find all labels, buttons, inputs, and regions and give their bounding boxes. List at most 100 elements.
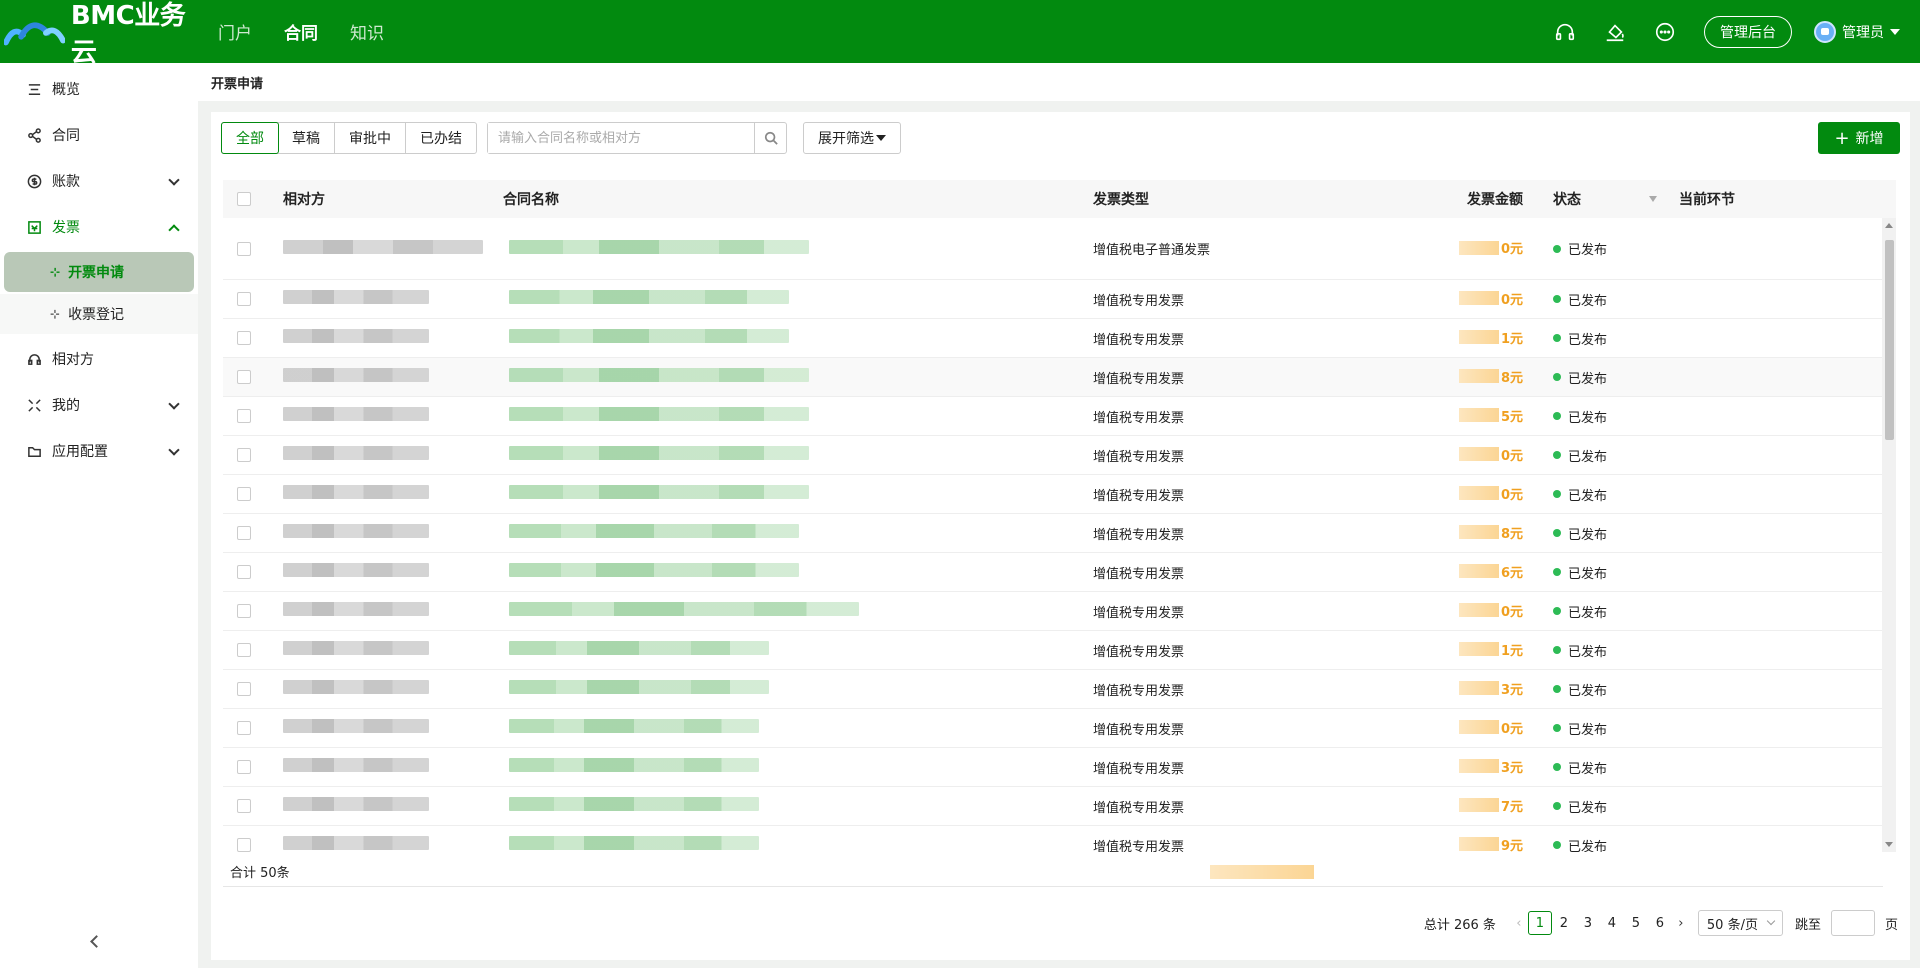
row-checkbox[interactable] xyxy=(237,721,251,735)
row-checkbox[interactable] xyxy=(237,409,251,423)
scroll-up-icon[interactable] xyxy=(1885,223,1893,228)
row-checkbox[interactable] xyxy=(237,370,251,384)
redacted-amount xyxy=(1458,798,1499,813)
search-input[interactable] xyxy=(488,123,754,153)
admin-console-button[interactable]: 管理后台 xyxy=(1704,15,1792,48)
redacted-contract-name[interactable] xyxy=(509,485,809,499)
redacted-contract-name[interactable] xyxy=(509,836,759,850)
jump-page-input[interactable] xyxy=(1830,910,1875,936)
add-button[interactable]: + 新增 xyxy=(1818,122,1900,154)
page-6[interactable]: 6 xyxy=(1648,911,1672,935)
redacted-contract-name[interactable] xyxy=(509,407,809,421)
sidebar-subitem-label: 收票登记 xyxy=(68,307,125,323)
sidebar-item-overview[interactable]: 概览 xyxy=(0,66,198,112)
table-row[interactable]: 增值税专用发票 1元 已发布 xyxy=(223,319,1896,358)
table-row[interactable]: 增值税专用发票 3元 已发布 xyxy=(223,670,1896,709)
table-row[interactable]: 增值税专用发票 9元 已发布 xyxy=(223,826,1896,852)
collapse-sidebar-icon[interactable] xyxy=(90,935,103,948)
tab-draft[interactable]: 草稿 xyxy=(278,123,335,153)
redacted-contract-name[interactable] xyxy=(509,446,809,460)
status-badge: 已发布 xyxy=(1568,371,1608,387)
table-row[interactable]: 增值税专用发票 0元 已发布 xyxy=(223,709,1896,748)
tab-in-approval[interactable]: 审批中 xyxy=(335,123,406,153)
sidebar-item-contract[interactable]: 合同 xyxy=(0,112,198,158)
table-row[interactable]: 增值税专用发票 3元 已发布 xyxy=(223,748,1896,787)
sidebar-item-invoice[interactable]: 发票 xyxy=(0,204,198,250)
row-checkbox[interactable] xyxy=(237,565,251,579)
filter-funnel-icon[interactable] xyxy=(1649,196,1657,202)
tab-completed[interactable]: 已办结 xyxy=(406,123,476,153)
redacted-contract-name[interactable] xyxy=(509,329,789,343)
scroll-down-icon[interactable] xyxy=(1885,842,1893,847)
table-row[interactable]: 增值税专用发票 0元 已发布 xyxy=(223,280,1896,319)
logo[interactable]: BMC业务云 xyxy=(4,0,204,69)
row-checkbox[interactable] xyxy=(237,526,251,540)
top-nav-contract[interactable]: 合同 xyxy=(284,19,318,44)
scroll-thumb[interactable] xyxy=(1885,240,1894,440)
row-checkbox[interactable] xyxy=(237,448,251,462)
counterparty-cell xyxy=(283,239,503,258)
table-row[interactable]: 增值税专用发票 0元 已发布 xyxy=(223,592,1896,631)
invoice-type-cell: 增值税专用发票 xyxy=(1093,722,1185,738)
sidebar-subitem-invoice-request[interactable]: ⊹ 开票申请 xyxy=(4,252,194,292)
sidebar-item-payments[interactable]: 账款 xyxy=(0,158,198,204)
redacted-contract-name[interactable] xyxy=(509,680,769,694)
redacted-contract-name[interactable] xyxy=(509,368,809,382)
row-checkbox[interactable] xyxy=(237,604,251,618)
row-checkbox[interactable] xyxy=(237,241,251,256)
redacted-contract-name[interactable] xyxy=(509,524,799,538)
table-row[interactable]: 增值税专用发票 1元 已发布 xyxy=(223,631,1896,670)
table-row[interactable]: 增值税专用发票 6元 已发布 xyxy=(223,553,1896,592)
row-checkbox[interactable] xyxy=(237,292,251,306)
redacted-contract-name[interactable] xyxy=(509,641,769,655)
prev-page-icon[interactable]: ‹ xyxy=(1510,916,1528,931)
column-header-invoice-amount: 发票金额 xyxy=(1467,192,1523,208)
redacted-contract-name[interactable] xyxy=(509,602,859,616)
headset-icon[interactable] xyxy=(1552,19,1578,45)
page-size-select[interactable]: 50 条/页 xyxy=(1697,910,1783,936)
page-5[interactable]: 5 xyxy=(1624,911,1648,935)
row-checkbox[interactable] xyxy=(237,799,251,813)
table-row[interactable]: 增值税专用发票 0元 已发布 xyxy=(223,475,1896,514)
page-2[interactable]: 2 xyxy=(1552,911,1576,935)
row-checkbox[interactable] xyxy=(237,643,251,657)
paint-bucket-icon[interactable] xyxy=(1602,19,1628,45)
redacted-contract-name[interactable] xyxy=(509,719,759,733)
search-button[interactable] xyxy=(754,123,786,153)
chat-icon[interactable] xyxy=(1652,19,1678,45)
row-checkbox[interactable] xyxy=(237,838,251,852)
row-checkbox[interactable] xyxy=(237,487,251,501)
redacted-contract-name[interactable] xyxy=(509,797,759,811)
redacted-contract-name[interactable] xyxy=(509,758,759,772)
row-checkbox[interactable] xyxy=(237,331,251,345)
sidebar-item-counterparty[interactable]: 相对方 xyxy=(0,336,198,382)
page-1[interactable]: 1 xyxy=(1527,911,1552,935)
redacted-contract-name[interactable] xyxy=(509,563,799,577)
expand-filter-button[interactable]: 展开筛选 xyxy=(803,122,901,154)
page-4[interactable]: 4 xyxy=(1600,911,1624,935)
table-row[interactable]: 增值税专用发票 0元 已发布 xyxy=(223,436,1896,475)
status-badge: 已发布 xyxy=(1568,488,1608,504)
table-row[interactable]: 增值税专用发票 7元 已发布 xyxy=(223,787,1896,826)
top-nav-portal[interactable]: 门户 xyxy=(218,19,252,44)
sidebar-item-mine[interactable]: 我的 xyxy=(0,382,198,428)
user-menu[interactable]: 管理员 xyxy=(1814,20,1900,43)
sidebar-subitem-receipt-register[interactable]: ⊹ 收票登记 xyxy=(0,294,198,334)
amount-suffix: 8元 xyxy=(1500,526,1523,542)
table-row[interactable]: 增值税专用发票 8元 已发布 xyxy=(223,514,1896,553)
table-scrollbar[interactable] xyxy=(1882,218,1896,852)
tab-all[interactable]: 全部 xyxy=(221,122,279,154)
table-row[interactable]: 增值税专用发票 5元 已发布 xyxy=(223,397,1896,436)
redacted-contract-name[interactable] xyxy=(509,290,789,304)
select-all-checkbox[interactable] xyxy=(237,192,251,206)
row-checkbox[interactable] xyxy=(237,760,251,774)
redacted-contract-name[interactable] xyxy=(509,239,809,254)
sidebar-item-app-config[interactable]: 应用配置 xyxy=(0,428,198,474)
row-select-cell xyxy=(223,799,283,813)
table-row[interactable]: 增值税专用发票 8元 已发布 xyxy=(223,358,1896,397)
table-row[interactable]: 增值税电子普通发票 0元 已发布 xyxy=(223,218,1896,280)
page-3[interactable]: 3 xyxy=(1576,911,1600,935)
next-page-icon[interactable]: › xyxy=(1672,916,1690,931)
top-nav-knowledge[interactable]: 知识 xyxy=(350,19,384,44)
row-checkbox[interactable] xyxy=(237,682,251,696)
